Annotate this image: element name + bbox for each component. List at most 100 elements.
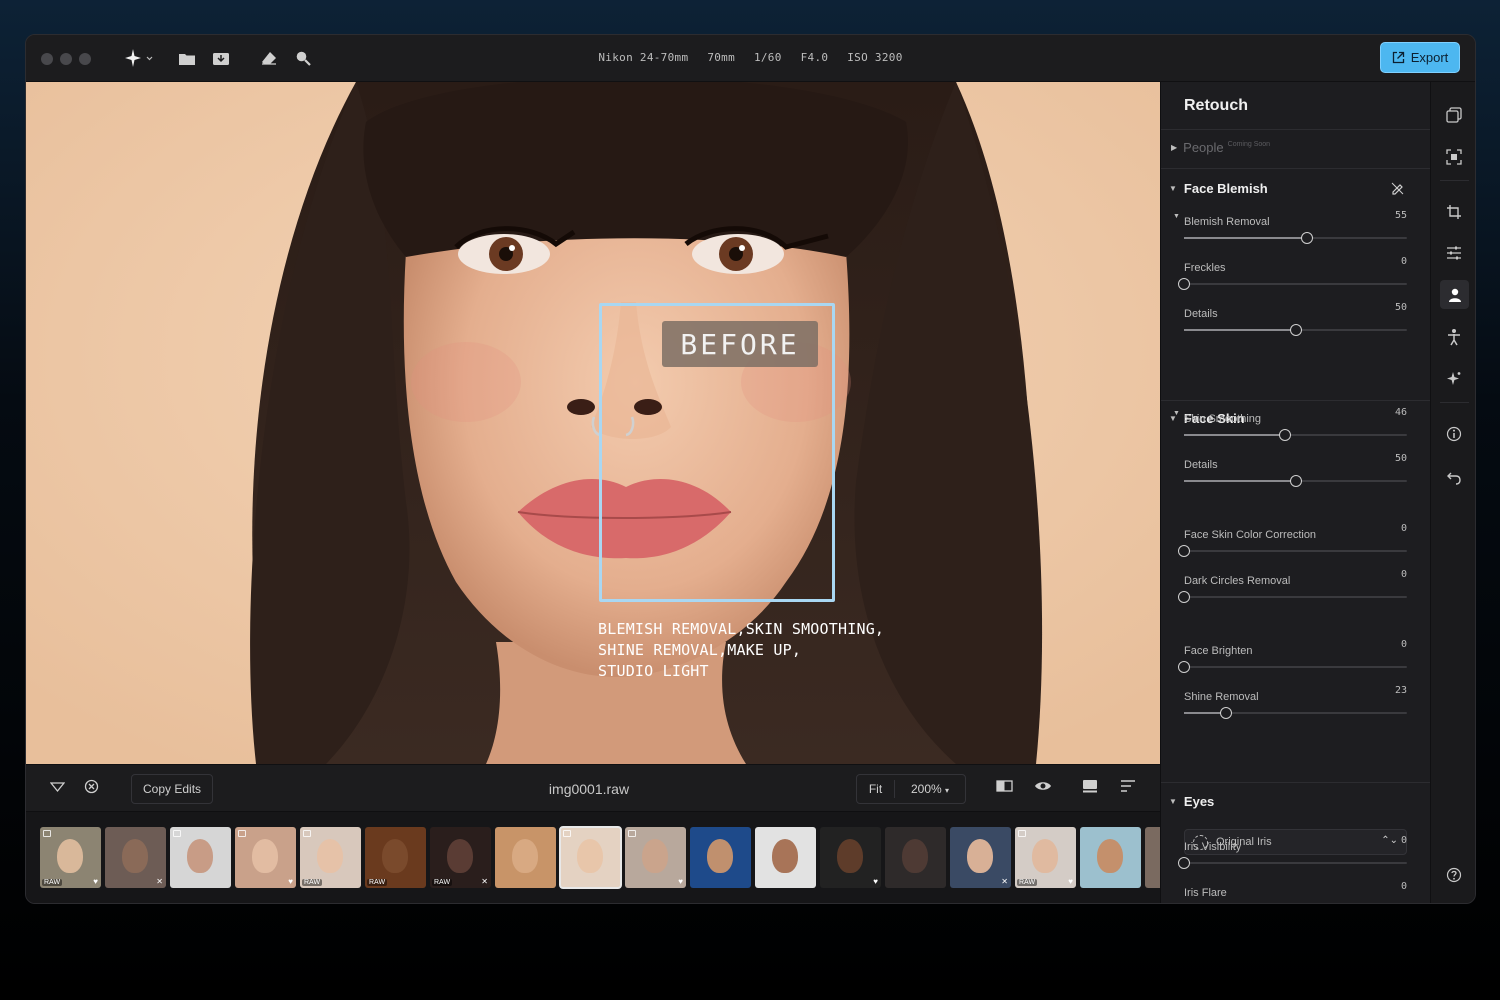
slider-knob[interactable] [1220,707,1233,719]
filmstrip-thumbnail[interactable] [885,827,946,888]
split-view-icon[interactable] [996,779,1013,798]
people-section-header[interactable]: ▶ People Coming Soon [1171,140,1270,155]
slider-details[interactable]: Details 50 [1184,302,1407,336]
slider-face-brighten[interactable]: Face Brighten 0 [1178,639,1407,673]
filmstrip-thumbnail[interactable]: RAW ✕ [430,827,491,888]
select-subject-icon[interactable] [1443,146,1465,168]
slider-dark-circles-removal[interactable]: Dark Circles Removal 0 [1178,569,1407,603]
sort-icon[interactable] [1120,779,1136,798]
slider-label: Face Skin Color Correction [1184,529,1317,541]
raw-badge: RAW [42,879,63,886]
slider-knob[interactable] [1300,232,1313,244]
photo-canvas[interactable]: BEFORE BLEMISH REMOVAL,SKIN SMOOTHING, S… [26,82,1160,764]
slider-skin-smoothing[interactable]: ▼ Skin Smoothing 46 [1173,407,1407,441]
exif-shutter: 1/60 [753,51,782,64]
slider-track[interactable] [1184,429,1407,441]
info-icon[interactable] [1443,423,1465,445]
thumbnail-face [577,839,603,873]
history-undo-icon[interactable] [1443,467,1465,489]
reset-brush-icon[interactable] [1390,181,1405,201]
slider-track[interactable] [1178,661,1407,673]
slider-knob[interactable] [1178,591,1190,603]
filmstrip-thumbnail[interactable]: ✕ [105,827,166,888]
slider-iris-flare[interactable]: Iris Flare 0 [1184,881,1407,901]
filmstrip-thumbnail[interactable]: ♥ [235,827,296,888]
filmstrip: RAW ♥ ✕ ♥ RAW RAW RAW ✕ ♥ ♥ ✕ RAW ♥ [26,812,1160,903]
slider-knob[interactable] [1279,429,1292,441]
thumbnail-face [967,839,993,873]
slider-freckles[interactable]: Freckles 0 [1178,256,1407,290]
slider-knob[interactable] [1178,545,1190,557]
slider-value: 55 [1394,210,1407,221]
presets-icon[interactable] [1443,104,1465,126]
filmstrip-thumbnail[interactable] [1080,827,1141,888]
slider-track[interactable] [1184,232,1407,244]
exif-iso: ISO 3200 [847,51,903,64]
eyes-header[interactable]: ▼ Eyes [1169,794,1214,809]
filmstrip-thumbnail[interactable] [690,827,751,888]
raw-badge: RAW [1017,879,1038,886]
filmstrip-thumbnail[interactable]: ♥ [820,827,881,888]
chevron-down-icon: ▼ [1173,213,1180,220]
slider-fill [1184,434,1286,436]
slider-value: 0 [1400,256,1407,267]
edited-badge-icon [563,830,571,837]
slider-value: 0 [1400,523,1407,534]
filmstrip-thumbnail[interactable] [559,826,622,889]
slider-knob[interactable] [1289,324,1302,336]
filmstrip-thumbnail[interactable]: ✕ [950,827,1011,888]
exif-lens: Nikon 24-70mm [598,51,689,64]
slider-track[interactable] [1184,475,1407,487]
slider-track[interactable] [1178,545,1407,557]
slider-track[interactable] [1178,857,1407,869]
slider-iris-visibility[interactable]: Iris Visibility 0 [1178,835,1407,869]
crop-icon[interactable] [1443,201,1465,223]
filmstrip-thumbnail[interactable] [755,827,816,888]
thumbnail-flag-icon: ✕ [1001,877,1008,886]
fit-button[interactable]: Fit [857,780,895,798]
help-icon[interactable] [1443,864,1465,886]
slider-track[interactable] [1178,591,1407,603]
edit-caption: BLEMISH REMOVAL,SKIN SMOOTHING, SHINE RE… [598,619,938,682]
edited-badge-icon [173,830,181,837]
coming-soon-badge: Coming Soon [1227,141,1271,148]
retouch-person-icon[interactable] [1440,280,1469,309]
slider-track[interactable] [1178,278,1407,290]
filmstrip-thumbnail[interactable]: RAW [365,827,426,888]
slider-fill [1184,329,1296,331]
slider-details[interactable]: Details 50 [1184,453,1407,487]
slider-shine-removal[interactable]: Shine Removal 23 [1184,685,1407,719]
thumbnail-flag-icon: ♥ [288,877,293,886]
slider-knob[interactable] [1178,661,1190,673]
slider-knob[interactable] [1289,475,1302,487]
adjustments-icon[interactable] [1443,242,1465,264]
slider-blemish-removal[interactable]: ▼ Blemish Removal 55 [1173,210,1407,244]
filmstrip-toggle-icon[interactable] [1082,779,1098,798]
thumbnail-flag-icon: ♥ [1068,877,1073,886]
slider-knob[interactable] [1178,903,1190,904]
filmstrip-thumbnail[interactable] [170,827,231,888]
slider-knob[interactable] [1178,278,1190,290]
thumbnail-face [902,839,928,873]
slider-face-skin-color-correction[interactable]: Face Skin Color Correction 0 [1178,523,1407,557]
body-icon[interactable] [1443,326,1465,348]
filmstrip-thumbnail[interactable] [1145,827,1160,888]
raw-badge: RAW [367,879,388,886]
slider-label: Freckles [1184,262,1226,274]
zoom-control: Fit 200% ▾ [856,774,966,804]
slider-track[interactable] [1184,707,1407,719]
portrait-image [26,82,1160,764]
filmstrip-thumbnail[interactable]: RAW ♥ [1015,827,1076,888]
slider-track[interactable] [1184,324,1407,336]
ai-sparkle-icon[interactable] [1443,368,1465,390]
export-button[interactable]: Export [1380,42,1460,73]
zoom-select[interactable]: 200% ▾ [895,782,965,796]
filmstrip-thumbnail[interactable] [495,827,556,888]
filmstrip-thumbnail[interactable]: RAW ♥ [40,827,101,888]
filmstrip-thumbnail[interactable]: ♥ [625,827,686,888]
eye-icon[interactable] [1034,779,1052,798]
slider-knob[interactable] [1178,857,1190,869]
filmstrip-thumbnail[interactable]: RAW [300,827,361,888]
slider-label: Shine Removal [1184,691,1259,703]
face-blemish-header[interactable]: ▼ Face Blemish [1169,181,1268,196]
